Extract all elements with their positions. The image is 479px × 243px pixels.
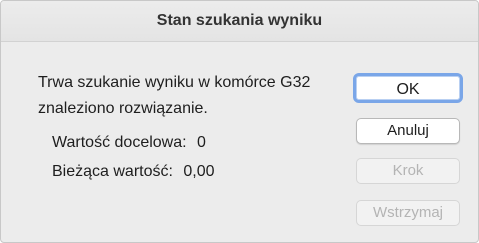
cancel-button[interactable]: Anuluj bbox=[356, 118, 460, 144]
status-message-line2: znaleziono rozwiązanie. bbox=[38, 100, 208, 117]
dialog-title: Stan szukania wyniku bbox=[156, 12, 323, 29]
dialog-titlebar: Stan szukania wyniku bbox=[1, 1, 478, 42]
status-message-line1: Trwa szukanie wyniku w komórce G32 bbox=[38, 74, 311, 91]
step-button[interactable]: Krok bbox=[356, 158, 460, 184]
pause-button[interactable]: Wstrzymaj bbox=[356, 200, 460, 226]
current-value: 0,00 bbox=[183, 163, 215, 180]
goal-seek-status-dialog: Stan szukania wyniku Trwa szukanie wynik… bbox=[0, 0, 479, 243]
current-value-label: Bieżąca wartość: bbox=[52, 163, 173, 180]
current-value-row: Bieżąca wartość: 0,00 bbox=[52, 163, 215, 181]
target-value-label: Wartość docelowa: bbox=[52, 134, 187, 151]
ok-button[interactable]: OK bbox=[353, 73, 463, 103]
target-value-row: Wartość docelowa: 0 bbox=[52, 134, 206, 152]
target-value: 0 bbox=[197, 134, 206, 151]
